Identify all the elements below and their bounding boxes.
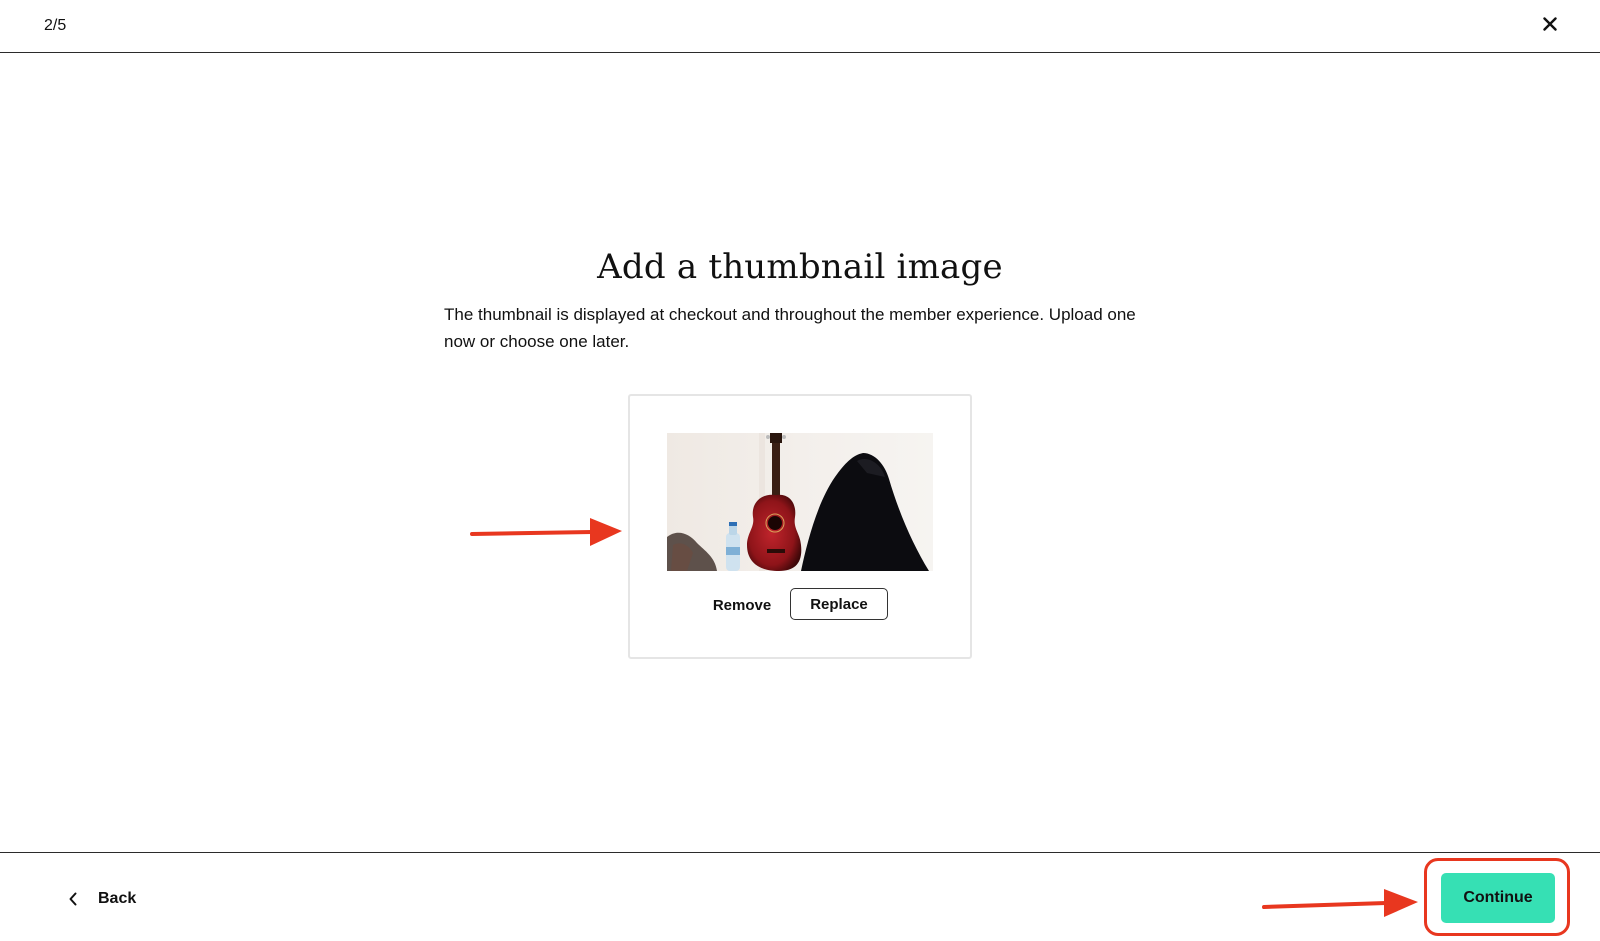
chevron-left-icon [66,892,80,906]
back-label: Back [98,890,137,907]
page-title: Add a thumbnail image [597,247,1003,287]
continue-button[interactable]: Continue [1441,873,1555,923]
page-description: The thumbnail is displayed at checkout a… [444,305,1136,351]
thumbnail-card: Remove Replace [628,394,972,659]
top-bar: 2/5 [0,0,1600,53]
continue-highlight: Continue [1424,858,1570,936]
close-button[interactable] [1534,10,1566,42]
back-button[interactable]: Back [66,884,136,914]
remove-button[interactable]: Remove [710,590,774,620]
close-icon [1543,16,1557,36]
replace-button[interactable]: Replace [790,588,888,620]
step-indicator: 2/5 [44,17,67,34]
main-content: Add a thumbnail image The thumbnail is d… [0,53,1600,852]
bottom-bar: Back Continue [0,852,1600,941]
thumbnail-image [667,433,933,571]
